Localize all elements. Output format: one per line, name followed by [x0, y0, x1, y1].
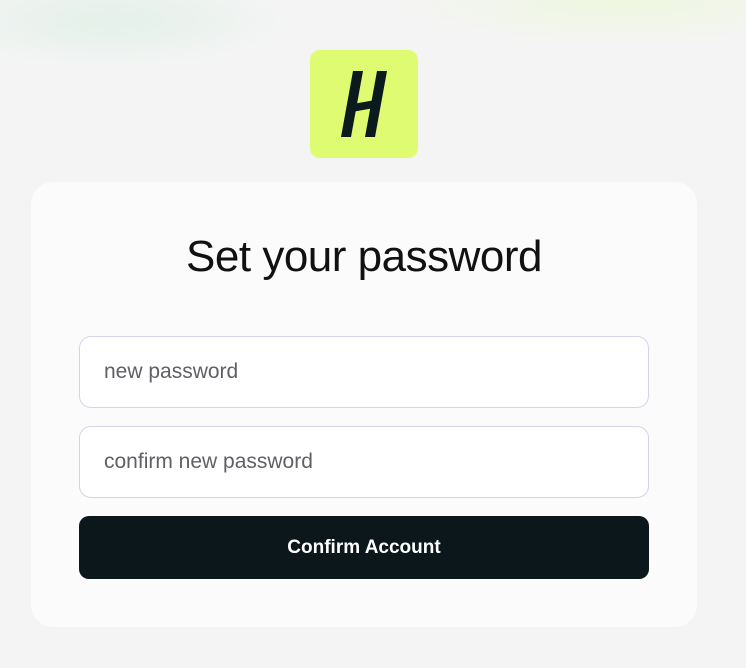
set-password-card: Set your password Confirm Account [31, 182, 697, 627]
h-monogram-icon [341, 71, 387, 137]
brand-logo [310, 50, 418, 158]
new-password-input[interactable] [79, 336, 649, 408]
confirm-password-input[interactable] [79, 426, 649, 498]
page-title: Set your password [186, 232, 542, 281]
confirm-account-button[interactable]: Confirm Account [79, 516, 649, 579]
